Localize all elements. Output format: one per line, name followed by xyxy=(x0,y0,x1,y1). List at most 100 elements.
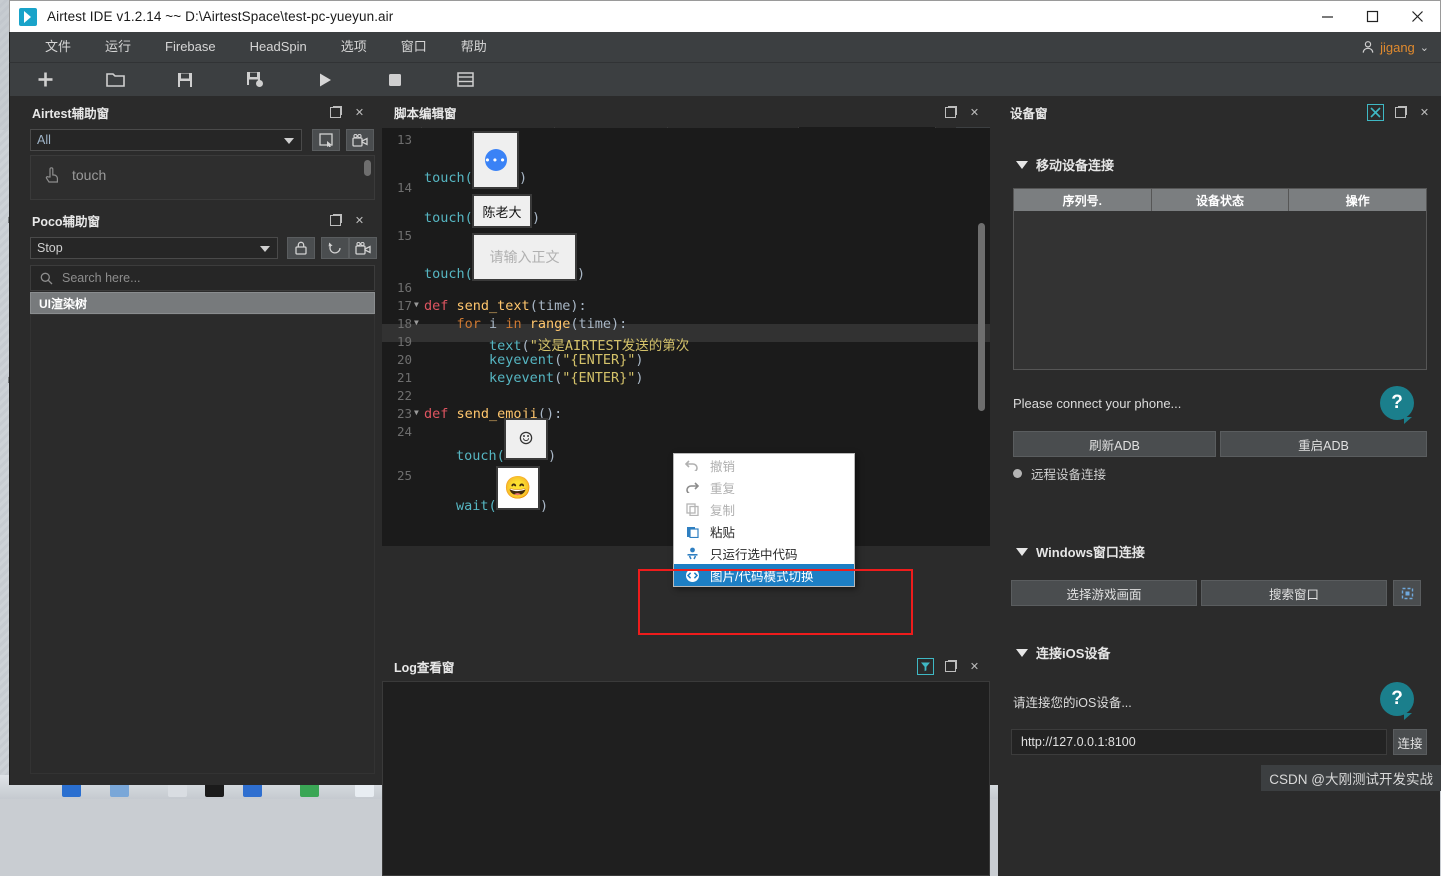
touch-action-item[interactable]: touch xyxy=(31,156,374,184)
fold-arrow-icon[interactable]: ▼ xyxy=(414,408,419,417)
save-as-icon xyxy=(246,71,264,88)
restore-icon[interactable] xyxy=(943,105,958,120)
line-number: 21 xyxy=(384,370,412,385)
paste-icon xyxy=(684,525,700,538)
select-game-label: 选择游戏画面 xyxy=(1066,584,1141,603)
chat-bubble-thumbnail[interactable]: ••• xyxy=(472,131,519,189)
ios-url-input[interactable]: http://127.0.0.1:8100 xyxy=(1011,729,1387,755)
ios-help-button[interactable]: ? xyxy=(1380,682,1414,716)
caret-down-icon xyxy=(1016,649,1028,657)
editor-scrollbar-thumb[interactable] xyxy=(978,223,985,411)
remote-device-radio[interactable]: 远程设备连接 xyxy=(1013,464,1106,483)
grin-emoji-thumbnail[interactable]: 😄 xyxy=(496,466,540,510)
new-script-button[interactable] xyxy=(10,63,80,97)
fold-arrow-icon[interactable]: ▼ xyxy=(414,300,419,309)
context-menu-copy[interactable]: 复制 xyxy=(674,498,854,520)
chevron-down-icon xyxy=(260,246,270,252)
context-menu-redo[interactable]: 重复 xyxy=(674,476,854,498)
context-menu-undo-label: 撤销 xyxy=(710,456,735,475)
log-panel-tools: ✕ xyxy=(917,652,982,681)
code-line-18: for i in range(time): xyxy=(424,316,627,332)
screenshot-button[interactable] xyxy=(312,129,340,151)
close-button[interactable] xyxy=(1395,1,1440,32)
airtest-panel-tools: ✕ xyxy=(328,98,367,127)
log-panel-title: Log查看窗 xyxy=(382,652,990,681)
poco-panel-tools: ✕ xyxy=(328,206,367,235)
poco-tree-body[interactable] xyxy=(30,314,375,774)
user-menu[interactable]: jigang ⌄ xyxy=(1361,32,1429,62)
restart-adb-label: 重启ADB xyxy=(1298,435,1349,454)
stop-button[interactable] xyxy=(360,63,430,97)
poco-search-input[interactable]: Search here... xyxy=(30,265,375,291)
input-body-thumbnail[interactable]: 请输入正文 xyxy=(472,233,577,281)
editor-panel-title: 脚本编辑窗 xyxy=(382,98,990,127)
context-menu-toggle-image-code[interactable]: 图片/代码模式切换 xyxy=(674,564,854,586)
funnel-icon[interactable] xyxy=(917,658,934,675)
menu-bar: 文件 运行 Firebase HeadSpin 选项 窗口 帮助 jigang … xyxy=(9,32,1441,62)
smiley-outline-thumbnail[interactable]: ☺ xyxy=(504,418,548,460)
context-menu-run-selection[interactable]: 只运行选中代码 xyxy=(674,542,854,564)
scrollbar-thumb[interactable] xyxy=(364,160,371,176)
save-as-button[interactable] xyxy=(220,63,290,97)
mobile-section-header[interactable]: 移动设备连接 xyxy=(1016,155,1114,174)
restore-icon[interactable] xyxy=(328,105,343,120)
open-script-button[interactable] xyxy=(80,63,150,97)
close-icon[interactable]: ✕ xyxy=(352,105,367,120)
editor-context-menu[interactable]: 撤销 重复 复制 粘贴 xyxy=(673,453,855,587)
run-button[interactable] xyxy=(290,63,360,97)
code-token-paren: ) xyxy=(548,448,556,464)
copy-icon xyxy=(684,503,700,516)
close-icon[interactable]: ✕ xyxy=(352,213,367,228)
fold-arrow-icon[interactable]: ▼ xyxy=(414,318,419,327)
code-token-paren: ) xyxy=(519,170,527,186)
select-region-button[interactable] xyxy=(1393,580,1421,606)
windows-section-header[interactable]: Windows窗口连接 xyxy=(1016,542,1145,561)
menu-firebase[interactable]: Firebase xyxy=(148,32,233,62)
save-button[interactable] xyxy=(150,63,220,97)
record-button[interactable] xyxy=(346,129,374,151)
tools-icon[interactable] xyxy=(1367,104,1384,121)
select-game-screen-button[interactable]: 选择游戏画面 xyxy=(1011,580,1197,606)
airtest-filter-select[interactable]: All xyxy=(30,129,302,151)
menu-run[interactable]: 运行 xyxy=(88,32,148,62)
menu-file[interactable]: 文件 xyxy=(28,32,88,62)
poco-tree-root[interactable]: UI渲染树 xyxy=(30,292,375,314)
radio-icon xyxy=(1013,469,1022,478)
search-window-button[interactable]: 搜索窗口 xyxy=(1201,580,1387,606)
menu-headspin[interactable]: HeadSpin xyxy=(233,32,324,62)
close-icon[interactable]: ✕ xyxy=(967,659,982,674)
poco-record-button[interactable] xyxy=(349,237,377,259)
log-output-area[interactable] xyxy=(382,681,990,876)
context-menu-run-selection-label: 只运行选中代码 xyxy=(710,544,798,563)
play-icon xyxy=(317,72,333,88)
minimize-button[interactable] xyxy=(1305,1,1350,32)
airtest-action-list[interactable]: touch xyxy=(30,155,375,200)
chen-lao-da-thumbnail[interactable]: 陈老大 xyxy=(472,194,532,228)
poco-mode-select[interactable]: Stop xyxy=(30,237,278,259)
lock-button[interactable] xyxy=(287,237,315,259)
airtest-filter-value: All xyxy=(37,133,51,147)
poco-panel-title: Poco辅助窗 xyxy=(20,206,375,235)
restore-icon[interactable] xyxy=(328,213,343,228)
refresh-button[interactable] xyxy=(321,237,349,259)
close-icon[interactable]: ✕ xyxy=(1417,105,1432,120)
ios-section-header[interactable]: 连接iOS设备 xyxy=(1016,643,1110,662)
restore-icon[interactable] xyxy=(943,659,958,674)
mobile-help-button[interactable]: ? xyxy=(1380,386,1414,420)
menu-help[interactable]: 帮助 xyxy=(444,32,504,62)
context-menu-paste[interactable]: 粘贴 xyxy=(674,520,854,542)
restart-adb-button[interactable]: 重启ADB xyxy=(1220,431,1427,457)
device-table-header: 序列号. 设备状态 操作 xyxy=(1014,189,1426,211)
maximize-button[interactable] xyxy=(1350,1,1395,32)
refresh-adb-button[interactable]: 刷新ADB xyxy=(1013,431,1216,457)
line-number: 13 xyxy=(384,132,412,147)
close-icon[interactable]: ✕ xyxy=(967,105,982,120)
context-menu-undo[interactable]: 撤销 xyxy=(674,454,854,476)
log-view-button[interactable] xyxy=(430,63,500,97)
menu-window[interactable]: 窗口 xyxy=(384,32,444,62)
line-number: 15 xyxy=(384,228,412,243)
restore-icon[interactable] xyxy=(1393,105,1408,120)
ios-connect-button[interactable]: 连接 xyxy=(1393,729,1427,755)
device-table[interactable]: 序列号. 设备状态 操作 xyxy=(1013,188,1427,370)
menu-options[interactable]: 选项 xyxy=(324,32,384,62)
